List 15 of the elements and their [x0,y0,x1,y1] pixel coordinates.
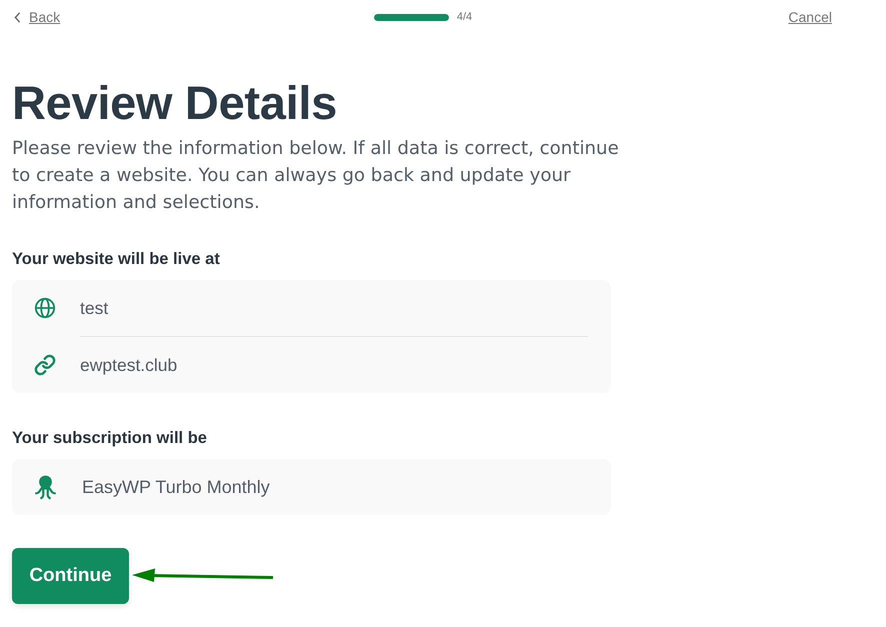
summary-value: ewptest.club [80,354,178,376]
octopus-icon [34,474,57,500]
globe-icon [34,297,56,319]
section-heading: Your website will be live at [12,249,221,270]
back-link[interactable]: Back [14,9,60,25]
section-heading: Your subscription will be [12,428,208,449]
continue-button[interactable]: Continue [12,548,129,604]
link-icon [34,354,56,376]
page-title: Review Details [12,77,338,129]
summary-value: test [80,298,108,318]
chevron-left-icon [14,12,21,22]
cancel-link[interactable]: Cancel [788,9,832,25]
intro-text: Please review the information below. If all data is correct, continue to create a website. You can always go back and update your information and selections. [12,137,620,215]
step-counter: 4/4 [456,11,472,23]
summary-value: EasyWP Turbo Monthly [82,476,270,498]
